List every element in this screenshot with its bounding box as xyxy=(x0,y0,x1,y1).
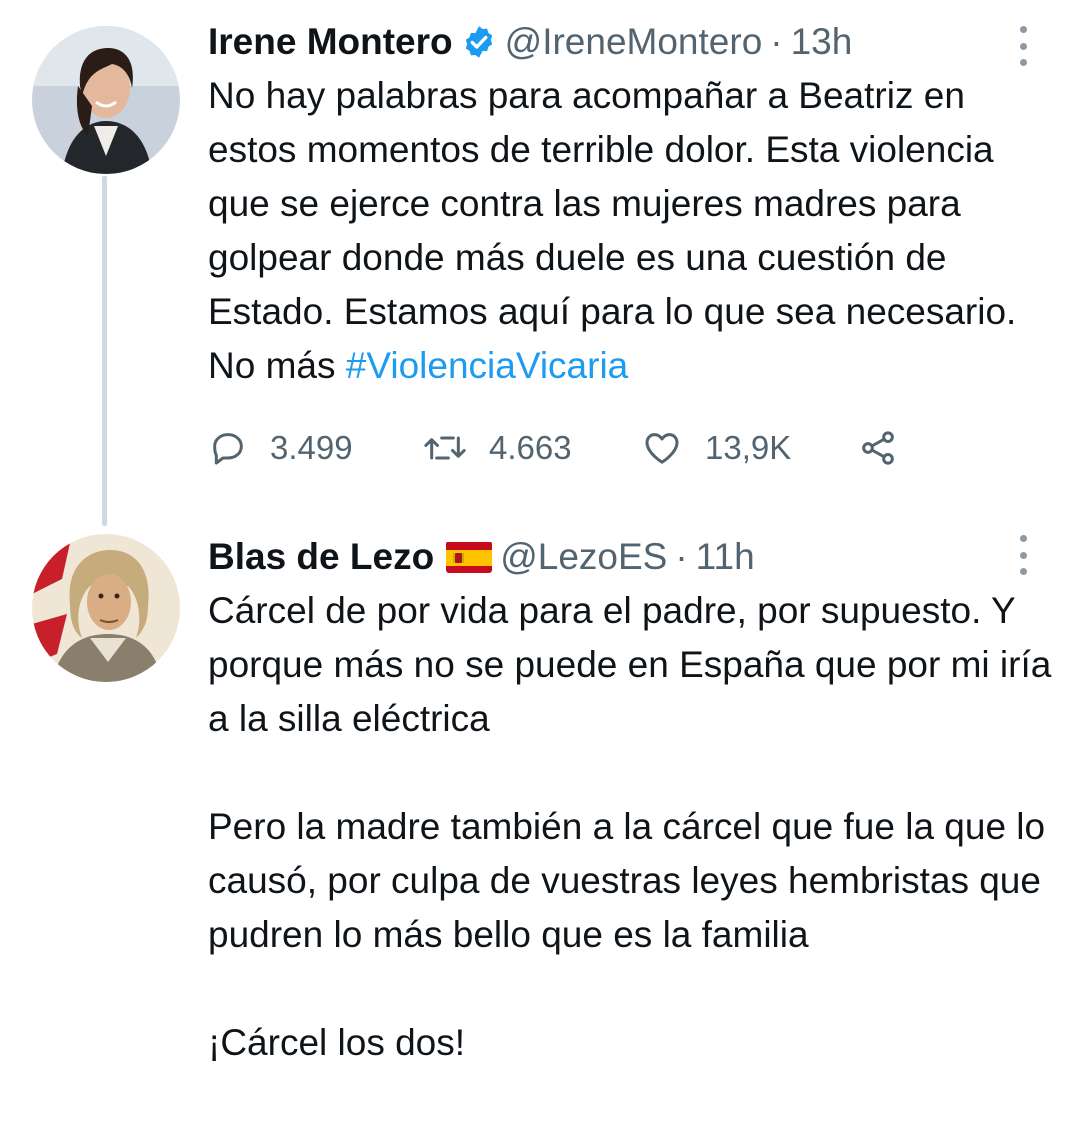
like-button[interactable]: 13,9K xyxy=(641,428,856,468)
like-count: 13,9K xyxy=(705,429,792,466)
reply-icon xyxy=(208,428,248,468)
retweet-count: 4.663 xyxy=(489,429,572,466)
verified-badge-icon xyxy=(461,24,497,60)
retweet-button[interactable]: 4.663 xyxy=(423,428,641,468)
handle[interactable]: @LezoES xyxy=(500,536,667,578)
share-button[interactable] xyxy=(856,428,900,468)
more-icon[interactable] xyxy=(1012,535,1034,575)
separator-dot: · xyxy=(675,536,688,577)
tweet-text: No hay palabras para acompañar a Beatriz… xyxy=(208,69,1058,393)
like-icon xyxy=(641,428,683,468)
hashtag-link[interactable]: #ViolenciaVicaria xyxy=(346,345,629,386)
separator-dot: · xyxy=(770,21,783,62)
tweet-header: Blas de Lezo @LezoES · 11h xyxy=(208,527,755,587)
tweet-header: Irene Montero @IreneMontero · 13h xyxy=(208,12,852,72)
share-icon xyxy=(856,428,900,468)
spain-flag-icon xyxy=(446,541,493,573)
tweet-body: No hay palabras para acompañar a Beatriz… xyxy=(208,75,1017,386)
more-icon[interactable] xyxy=(1012,26,1034,66)
handle[interactable]: @IreneMontero xyxy=(505,21,763,63)
reply-button[interactable]: 3.499 xyxy=(208,428,423,468)
timestamp[interactable]: 13h xyxy=(791,21,853,63)
display-name[interactable]: Irene Montero xyxy=(208,21,453,63)
avatar[interactable] xyxy=(32,534,180,682)
timestamp[interactable]: 11h xyxy=(696,536,755,578)
display-name[interactable]: Blas de Lezo xyxy=(208,536,434,578)
retweet-icon xyxy=(423,428,467,468)
tweet-actions: 3.499 4.663 13,9K xyxy=(208,418,968,478)
tweet-text: Cárcel de por vida para el padre, por su… xyxy=(208,590,1052,1063)
thread-line xyxy=(102,176,107,526)
avatar[interactable] xyxy=(32,26,180,174)
reply-count: 3.499 xyxy=(270,429,353,466)
